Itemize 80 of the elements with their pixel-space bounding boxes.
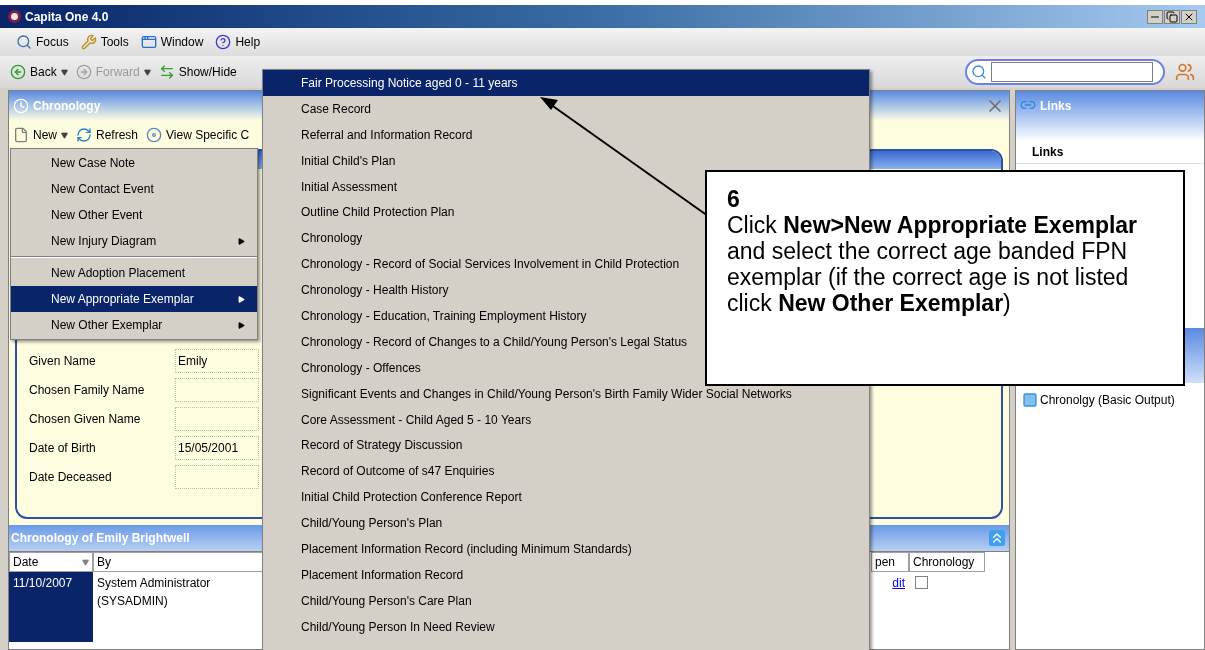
- input-field[interactable]: Emily: [175, 349, 259, 373]
- column-header[interactable]: Date: [9, 552, 93, 572]
- submenu-arrow-icon: [238, 237, 245, 245]
- menu-item[interactable]: New Other Event: [11, 202, 257, 228]
- menu-item[interactable]: Placement Information Record (including Minimum Standards): [263, 536, 869, 562]
- menu-item[interactable]: Case Record: [263, 95, 869, 122]
- collapse-icon[interactable]: [989, 530, 1005, 546]
- menu-item[interactable]: Help: [215, 33, 261, 51]
- menu-item[interactable]: Referral and Information Record: [263, 121, 869, 148]
- output-item[interactable]: Chronolgy (Basic Output): [1016, 391, 1204, 409]
- menu-item[interactable]: Focus: [16, 33, 69, 51]
- restore-button[interactable]: [1164, 9, 1180, 24]
- window-title: Capita One 4.0: [25, 8, 109, 26]
- menu-item[interactable]: Record of Strategy Discussion: [263, 432, 869, 459]
- input-field[interactable]: [175, 465, 259, 489]
- help-icon: [215, 34, 232, 50]
- table-cell: 11/10/2007: [9, 572, 93, 642]
- search-icon: [971, 64, 987, 80]
- tools-icon: [80, 34, 97, 50]
- field-label: Chosen Family Name: [29, 382, 146, 399]
- column-header[interactable]: By: [93, 552, 263, 572]
- caret-icon: [143, 68, 151, 76]
- edit-link[interactable]: dit: [892, 574, 905, 642]
- input-field[interactable]: [175, 407, 259, 431]
- people-icon[interactable]: [1175, 62, 1195, 82]
- menu-item[interactable]: Placement Information Record: [263, 561, 869, 588]
- minimize-button[interactable]: [1147, 9, 1163, 24]
- menu-item[interactable]: Initial Child Protection Conference Report: [263, 484, 869, 511]
- caret-icon: [61, 131, 68, 139]
- menu-item[interactable]: Initial Child's Plan: [263, 147, 869, 174]
- menu-item[interactable]: New Appropriate Exemplar: [11, 286, 257, 312]
- refresh-icon: [76, 127, 92, 143]
- disc-icon: [146, 127, 163, 143]
- input-field[interactable]: 15/05/2001: [175, 436, 259, 460]
- toolbar-button[interactable]: Back: [10, 63, 68, 81]
- column-header[interactable]: Chronology: [909, 552, 985, 572]
- field-label: Chosen Given Name: [29, 411, 142, 428]
- menu-item[interactable]: New Other Exemplar: [11, 312, 257, 338]
- menu-item[interactable]: Tools: [80, 33, 129, 51]
- sort-arrow-icon: [82, 558, 89, 566]
- swap-arrows-icon: [158, 64, 175, 80]
- clock-icon: [13, 98, 29, 114]
- checkbox[interactable]: [915, 576, 928, 589]
- menu-item[interactable]: Core Assessment - Child Aged 5 - 10 Years: [263, 406, 869, 433]
- window-icon: [140, 34, 157, 50]
- menu-item[interactable]: New Injury Diagram: [11, 228, 257, 254]
- menu-item[interactable]: Record of Outcome of s47 Enquiries: [263, 458, 869, 485]
- column-header[interactable]: pen: [871, 552, 909, 572]
- input-field[interactable]: [175, 378, 259, 402]
- step-number: 6: [727, 186, 741, 212]
- app-logo-icon: [8, 10, 21, 23]
- search-field[interactable]: [965, 59, 1165, 85]
- submenu-arrow-icon: [238, 295, 245, 303]
- menu-item[interactable]: Significant Events and Changes in Child/Young Person's Birth Family Wider Social Networks: [263, 380, 869, 407]
- menu-item[interactable]: New Case Note: [11, 150, 257, 176]
- field-label: Date of Birth: [29, 440, 97, 457]
- menu-item[interactable]: Window: [140, 33, 204, 51]
- restore-icon: [1166, 10, 1178, 23]
- links-heading: Links: [1016, 143, 1204, 164]
- menu-item[interactable]: Fair Processing Notice aged 0 - 11 years: [263, 70, 869, 96]
- close-button[interactable]: [1181, 9, 1197, 24]
- menu-item[interactable]: Child/Young Person's Plan: [263, 510, 869, 537]
- panel-title: Chronology: [33, 98, 101, 115]
- toolbar-button[interactable]: Refresh: [76, 126, 139, 144]
- toolbar-button[interactable]: View Specific C: [146, 126, 250, 144]
- list-title: Chronology of Emily Brightwell: [11, 530, 190, 547]
- menu-item[interactable]: Child/Young Person's Care Plan: [263, 587, 869, 614]
- menu-item[interactable]: New Adoption Placement: [11, 260, 257, 286]
- menu-item[interactable]: Child/Young Person In Need Review: [263, 613, 869, 640]
- field-label: Date Deceased: [29, 469, 113, 486]
- table-cell-text: System Administrator (SYSADMIN): [96, 575, 212, 610]
- magnifier-icon: [16, 34, 32, 50]
- submenu-arrow-icon: [238, 321, 245, 329]
- caret-icon: [60, 68, 68, 76]
- field-label: Given Name: [29, 353, 97, 370]
- toolbar-button[interactable]: Show/Hide: [158, 63, 237, 81]
- toolbar-button[interactable]: New: [13, 126, 68, 144]
- panel-title: Links: [1040, 98, 1072, 115]
- instruction-text: Click New>New Appropriate Exemplar and select the correct age banded FPN exemplar (if the correct age is not listed click New Other Exemplar): [727, 212, 1139, 316]
- menu-item[interactable]: New Contact Event: [11, 176, 257, 202]
